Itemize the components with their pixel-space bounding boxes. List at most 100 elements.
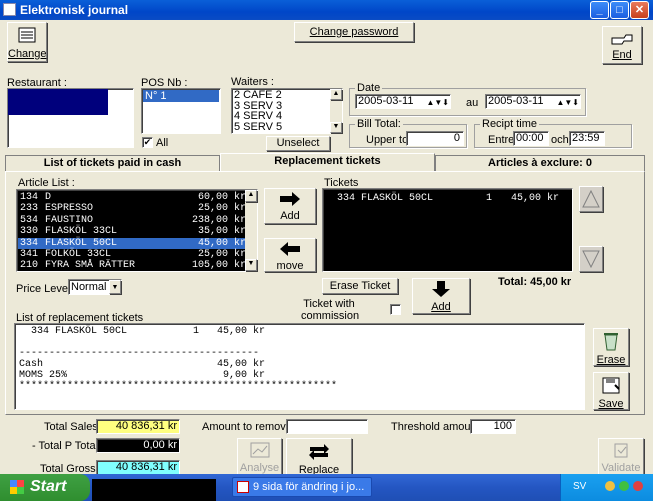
end-button[interactable]: End	[602, 26, 642, 64]
save-button[interactable]: Save	[593, 372, 629, 410]
erase-ticket-button[interactable]: Erase Ticket	[322, 278, 398, 294]
triangle-down-icon	[582, 250, 600, 269]
scroll-down-icon[interactable]: ▼	[330, 122, 342, 133]
article-code: 233	[20, 203, 39, 215]
add-article-label: Add	[280, 210, 300, 222]
keyboard-icon	[18, 27, 36, 43]
article-name: FAUSTINO	[45, 214, 94, 226]
waiter-item[interactable]: 2 CAFE 2	[234, 90, 282, 101]
waiter-item[interactable]: 5 SERV 5	[234, 121, 282, 133]
app-icon	[3, 3, 16, 16]
article-row[interactable]: 334 FLASKÖL 50CL 45,00 kr	[18, 237, 246, 249]
article-row[interactable]: 134 D 60,00 kr	[18, 192, 246, 203]
start-time-field[interactable]: 00:00	[513, 131, 549, 146]
scroll-down-icon[interactable]: ▼	[245, 259, 257, 271]
maximize-button[interactable]: □	[610, 1, 629, 19]
replace-auto-button[interactable]: Replace auto	[286, 438, 352, 488]
article-price: 238,00 kr	[191, 214, 246, 226]
validate-icon	[614, 443, 628, 458]
tab-cash-tickets[interactable]: List of tickets paid in cash	[5, 155, 220, 172]
scroll-up-icon[interactable]: ▲	[245, 190, 257, 202]
article-row[interactable]: 330 FLASKÖL 33CL 35,00 kr	[18, 226, 246, 237]
analyse-button[interactable]: Analyse	[237, 438, 282, 475]
tray-icon[interactable]	[633, 481, 643, 491]
all-checkbox[interactable]: ✔	[142, 137, 153, 148]
all-label: All	[156, 137, 169, 149]
bill-total-label: Bill Total:	[355, 118, 403, 130]
price-level-select[interactable]: Normal ▼	[68, 279, 122, 295]
scroll-up-icon[interactable]: ▲	[330, 89, 342, 100]
receipt-time-label: Recipt time	[480, 118, 540, 130]
date-from-field[interactable]: 2005-03-11 ▲▼⬇	[355, 94, 451, 109]
start-button[interactable]: Start	[0, 474, 90, 501]
taskbar-item-label: 9 sida för ändring i jo...	[253, 481, 365, 493]
ticket-up-button[interactable]	[579, 186, 603, 212]
replacement-line: MOMS 25% 9,00 kr	[19, 370, 266, 381]
tray-icon[interactable]	[619, 481, 629, 491]
article-list[interactable]: 134 D 60,00 kr 233 ESPRESSO 25,00 kr 534 FAUSTI…	[16, 189, 258, 272]
recycle-bin-icon	[604, 333, 618, 351]
waiters-label: Waiters :	[231, 76, 274, 88]
date-to-field[interactable]: 2005-03-11 ▲▼⬇	[485, 94, 581, 109]
unselect-button[interactable]: Unselect	[266, 136, 330, 151]
move-article-button[interactable]: move	[264, 238, 316, 272]
article-row[interactable]: 534 FAUSTINO 238,00 kr	[18, 215, 246, 226]
tray-icon[interactable]	[605, 481, 615, 491]
arrow-left-icon	[280, 242, 300, 256]
erase-button[interactable]: Erase	[593, 328, 629, 366]
date-spinner-icon[interactable]: ▲▼⬇	[426, 96, 449, 109]
waiter-item[interactable]: 4 SERV 4	[234, 111, 282, 122]
waiters-list[interactable]: 2 CAFE 2 3 SERV 3 4 SERV 4 5 SERV 5 ▲ ▼	[231, 88, 343, 134]
tickets-list[interactable]: 334 FLASKÖL 50CL 1 45,00 kr	[322, 188, 573, 272]
total-p-field: 0,00 kr	[96, 438, 180, 453]
amount-remove-label: Amount to remove :	[202, 421, 298, 433]
chevron-down-icon[interactable]: ▼	[109, 280, 121, 294]
ticket-row[interactable]: 334 FLASKÖL 50CL	[337, 193, 433, 204]
analyse-label: Analyse	[239, 462, 280, 474]
article-list-scrollbar[interactable]: ▲ ▼	[245, 190, 257, 271]
title-bar[interactable]: Elektronisk journal _ □ ✕	[0, 0, 653, 20]
ticket-down-button[interactable]	[579, 246, 603, 272]
article-name: FOLKÖL 33CL	[45, 248, 112, 260]
article-code: 330	[20, 226, 39, 238]
article-row[interactable]: 233 ESPRESSO 25,00 kr	[18, 203, 246, 214]
article-row[interactable]: 210 FYRA SMÅ RÄTTER 105,00 kr	[18, 260, 246, 271]
article-code: 134	[20, 192, 39, 203]
replacement-list[interactable]: 334 FLASKÖL 50CL 1 45,00 kr -------------…	[14, 323, 585, 410]
close-button[interactable]: ✕	[630, 1, 649, 19]
minimize-button[interactable]: _	[590, 1, 609, 19]
start-time-label: Entre	[488, 134, 515, 146]
start-label: Start	[30, 478, 67, 495]
end-time-field[interactable]: 23:59	[569, 131, 605, 146]
ticket-row-price: 45,00 kr	[511, 193, 560, 204]
tab-replacement-tickets[interactable]: Replacement tickets	[220, 153, 435, 172]
total-gross-field: 40 836,31 kr	[96, 460, 180, 475]
article-row[interactable]: 341 FOLKÖL 33CL 25,00 kr	[18, 249, 246, 260]
pos-item[interactable]: N° 1	[143, 90, 219, 102]
validate-button[interactable]: Validate	[598, 438, 644, 475]
threshold-field[interactable]: 100	[470, 419, 516, 434]
date-spinner-icon[interactable]: ▲▼⬇	[556, 96, 579, 109]
waiters-scrollbar[interactable]: ▲ ▼	[330, 89, 342, 133]
change-password-button[interactable]: Change password	[294, 22, 414, 42]
save-label: Save	[598, 398, 624, 410]
article-price: 35,00 kr	[197, 226, 246, 238]
tab-articles-exclude[interactable]: Articles à exclure: 0	[435, 155, 645, 172]
total-sales-label: Total Sales :	[44, 421, 104, 433]
taskbar-item-dark[interactable]	[92, 479, 216, 501]
pos-list[interactable]: N° 1	[141, 88, 221, 134]
taskbar-item-document[interactable]: 9 sida för ändring i jo...	[232, 477, 372, 497]
amount-remove-field[interactable]	[286, 419, 368, 434]
tickets-total: Total: 45,00 kr	[498, 276, 572, 288]
validate-label: Validate	[601, 462, 641, 474]
upper-to-field[interactable]: 0	[406, 131, 464, 146]
change-button[interactable]: Change	[7, 22, 47, 62]
date-to-label: au	[466, 97, 479, 109]
restaurant-list[interactable]	[7, 88, 134, 148]
language-indicator[interactable]: SV	[573, 481, 586, 492]
date-to-value: 2005-03-11	[488, 95, 544, 107]
add-ticket-button[interactable]: Add	[412, 278, 470, 314]
restaurant-selected-item[interactable]	[8, 89, 108, 115]
commission-checkbox[interactable]	[390, 304, 401, 315]
add-article-button[interactable]: Add	[264, 188, 316, 224]
